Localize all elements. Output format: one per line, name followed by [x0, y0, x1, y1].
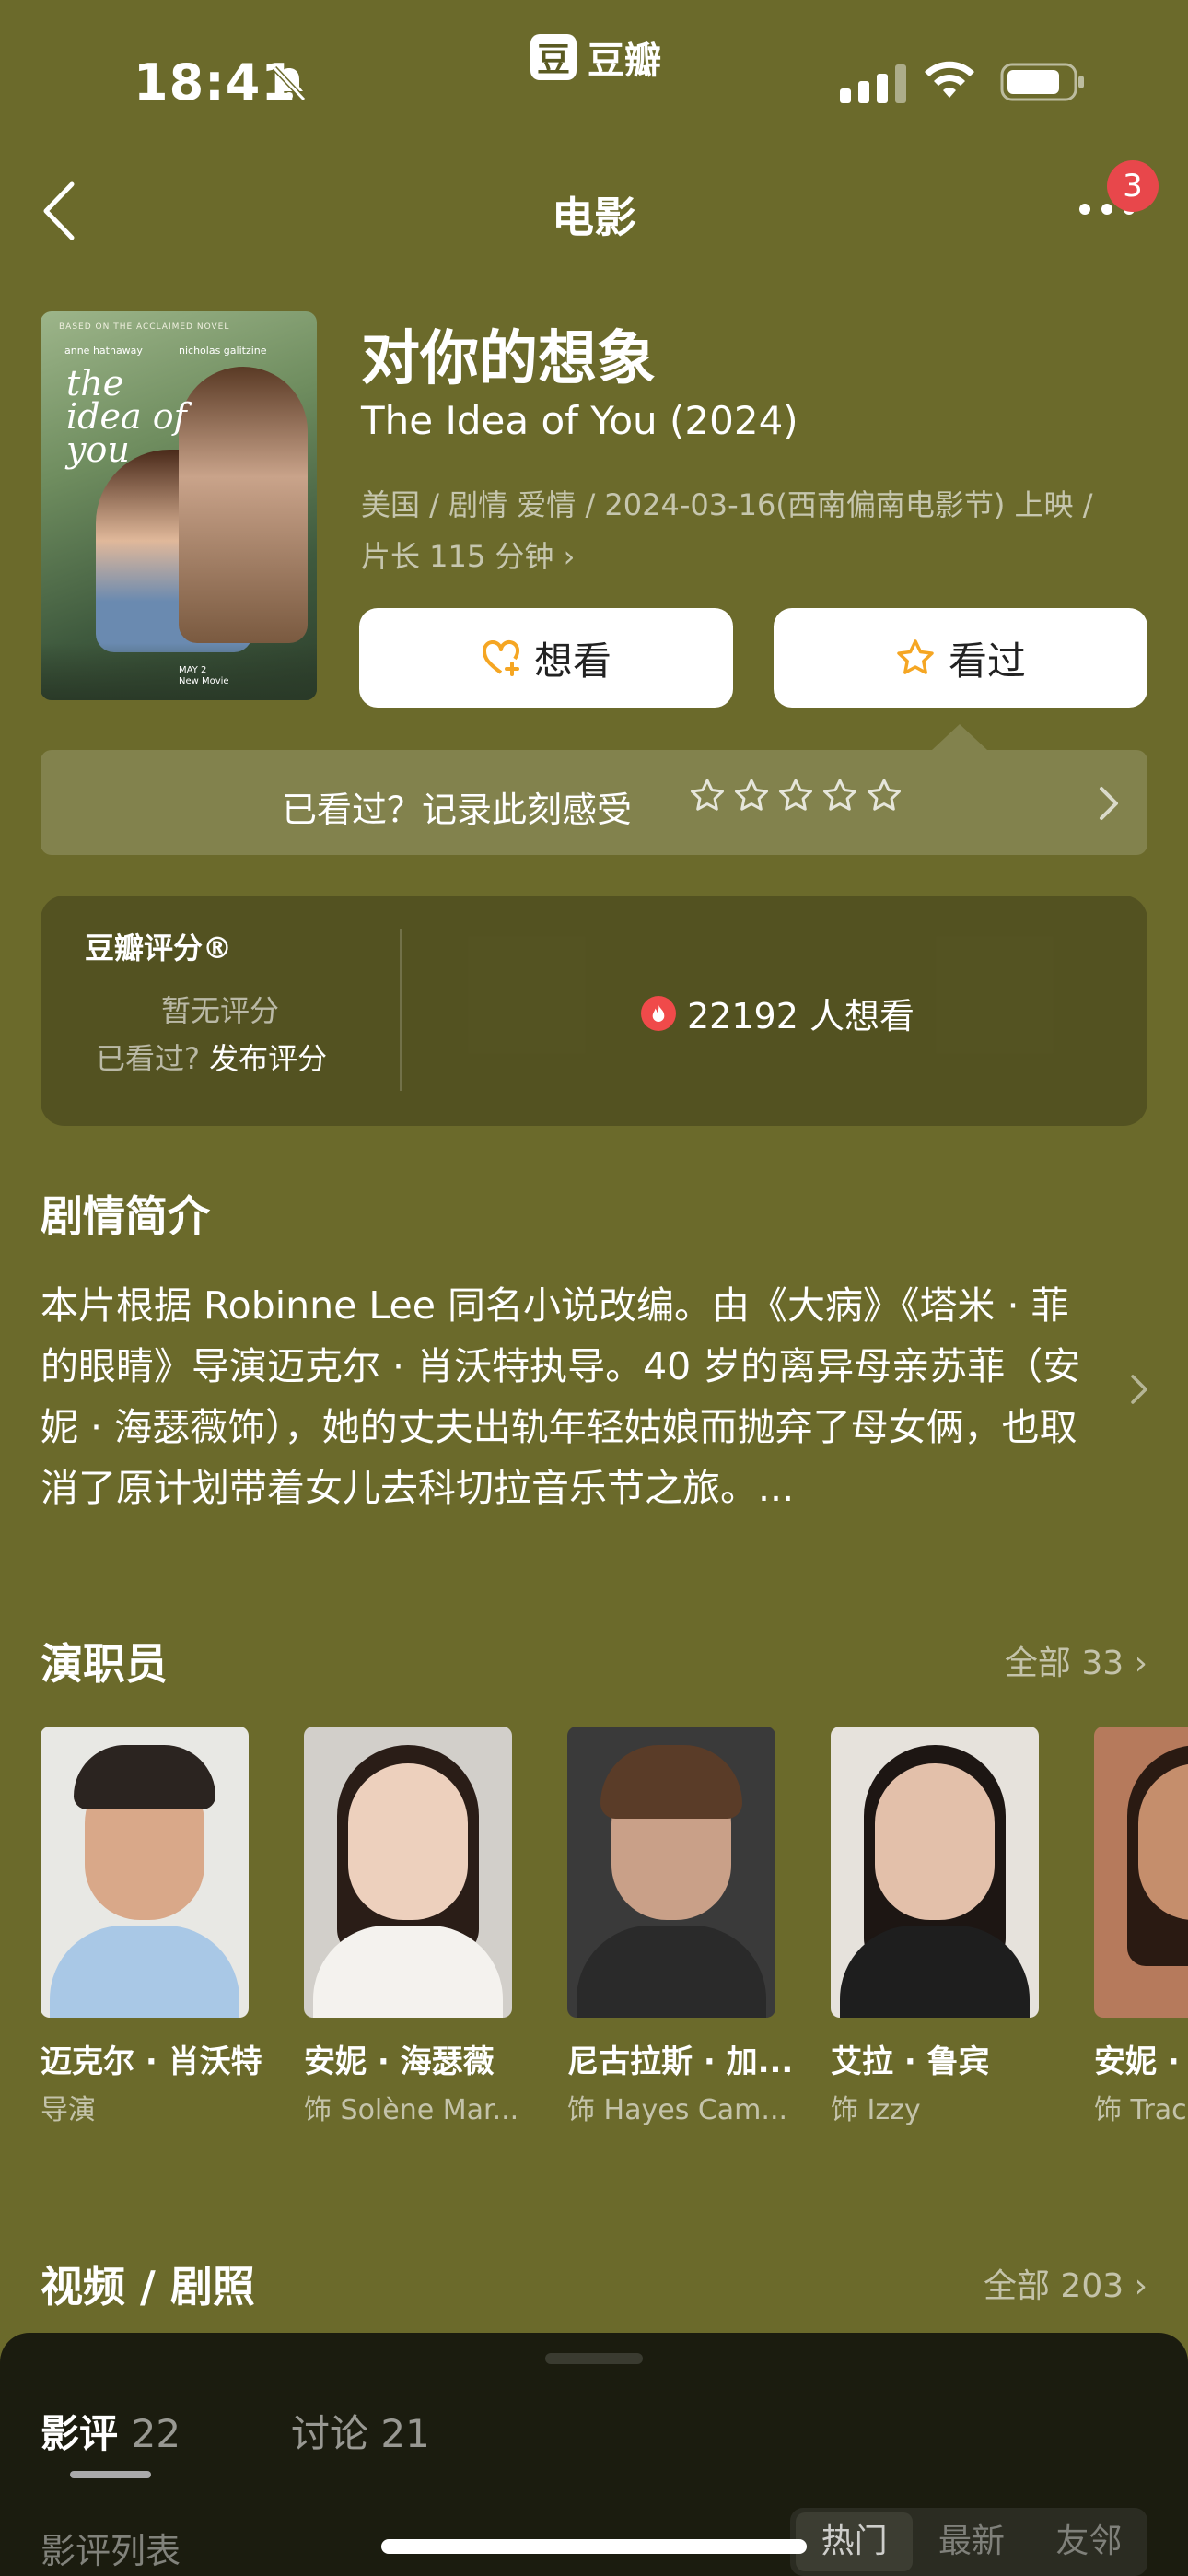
- cast-member[interactable]: 安妮 · 饰 Trac: [1094, 1727, 1188, 2127]
- star-outline-icon: [897, 639, 934, 674]
- popover-pointer: [932, 724, 987, 750]
- notification-badge[interactable]: 3: [1107, 160, 1159, 212]
- want-count[interactable]: 22192 人想看: [641, 988, 914, 1038]
- movie-poster[interactable]: BASED ON THE ACCLAIMED NOVEL anne hathaw…: [41, 311, 317, 700]
- sort-segmented-control[interactable]: 热门 最新 友邻: [790, 2508, 1147, 2576]
- douban-logo-icon: 豆: [530, 34, 577, 80]
- media-all-link[interactable]: 全部 203 ›: [984, 2259, 1147, 2307]
- cast-member[interactable]: 迈克尔 · 肖沃特 导演: [41, 1727, 262, 2127]
- cast-heading: 演职员: [41, 1639, 168, 1689]
- star-outline-icon[interactable]: [777, 778, 814, 814]
- cast-member[interactable]: 艾拉 · 鲁宾 饰 Izzy: [831, 1727, 1039, 2127]
- rating-card: 豆瓣评分® 暂无评分 已看过? 发布评分 22192 人想看: [41, 896, 1147, 1126]
- cellular-signal-icon: [840, 64, 906, 103]
- no-rating-text: 暂无评分: [160, 993, 279, 1028]
- star-outline-icon[interactable]: [821, 778, 858, 814]
- chevron-right-icon: [1100, 787, 1118, 820]
- star-outline-icon[interactable]: [689, 778, 726, 814]
- battery-icon: [1000, 63, 1084, 101]
- synopsis-text[interactable]: 本片根据 Robinne Lee 同名小说改编。由《大病》《塔米 · 菲的眼睛》…: [41, 1275, 1100, 1518]
- rating-stars[interactable]: [689, 778, 903, 814]
- cast-member[interactable]: 安妮 · 海瑟薇 饰 Solène Mar...: [304, 1727, 518, 2127]
- sheet-drag-handle[interactable]: [545, 2353, 643, 2364]
- sort-hot[interactable]: 热门: [796, 2512, 914, 2571]
- want-to-watch-button[interactable]: 想看: [359, 608, 733, 708]
- page-title: 电影: [552, 193, 636, 242]
- movie-meta[interactable]: 美国 / 剧情 爱情 / 2024-03-16(西南偏南电影节) 上映 / 片长…: [361, 479, 1125, 582]
- poster-figure: [179, 367, 308, 643]
- mute-bell-icon: [272, 65, 307, 102]
- review-list-label: 影评列表: [41, 2531, 181, 2571]
- synopsis-heading: 剧情简介: [41, 1191, 210, 1241]
- record-feeling-bar[interactable]: 已看过？记录此刻感受: [41, 750, 1147, 855]
- cast-all-link[interactable]: 全部 33 ›: [1005, 1636, 1147, 1684]
- publish-rating-link[interactable]: 已看过? 发布评分: [96, 1036, 327, 1078]
- tab-reviews[interactable]: 影评 22: [41, 2403, 181, 2459]
- chevron-right-icon[interactable]: [1129, 1373, 1149, 1406]
- home-indicator[interactable]: [381, 2539, 807, 2554]
- star-outline-icon[interactable]: [866, 778, 903, 814]
- tab-discussion[interactable]: 讨论 21: [291, 2403, 430, 2459]
- rating-label: 豆瓣评分®: [85, 931, 233, 966]
- seen-button[interactable]: 看过: [774, 608, 1147, 708]
- divider: [400, 929, 402, 1091]
- meta-chevron-icon: ›: [563, 539, 576, 574]
- poster-title: the idea of you: [66, 363, 187, 470]
- wifi-icon: [925, 61, 974, 98]
- app-indicator: 豆 豆瓣: [530, 33, 661, 82]
- star-outline-icon[interactable]: [733, 778, 770, 814]
- fire-icon: [641, 995, 676, 1031]
- sort-latest[interactable]: 最新: [913, 2512, 1030, 2571]
- sort-friends[interactable]: 友邻: [1031, 2512, 1147, 2571]
- cast-member[interactable]: 尼古拉斯 · 加... 饰 Hayes Cam...: [567, 1727, 793, 2127]
- record-feeling-prompt: 已看过？记录此刻感受: [282, 790, 633, 830]
- heart-plus-icon: [482, 640, 519, 676]
- cast-list: 迈克尔 · 肖沃特 导演 安妮 · 海瑟薇 饰 Solène Mar... 尼古…: [41, 1727, 1188, 2132]
- movie-title-cn: 对你的想象: [361, 325, 656, 393]
- app-name: 豆瓣: [588, 40, 661, 82]
- movie-title-en: The Idea of You (2024): [361, 398, 798, 443]
- media-heading: 视频 / 剧照: [41, 2262, 255, 2312]
- tab-underline: [70, 2471, 151, 2478]
